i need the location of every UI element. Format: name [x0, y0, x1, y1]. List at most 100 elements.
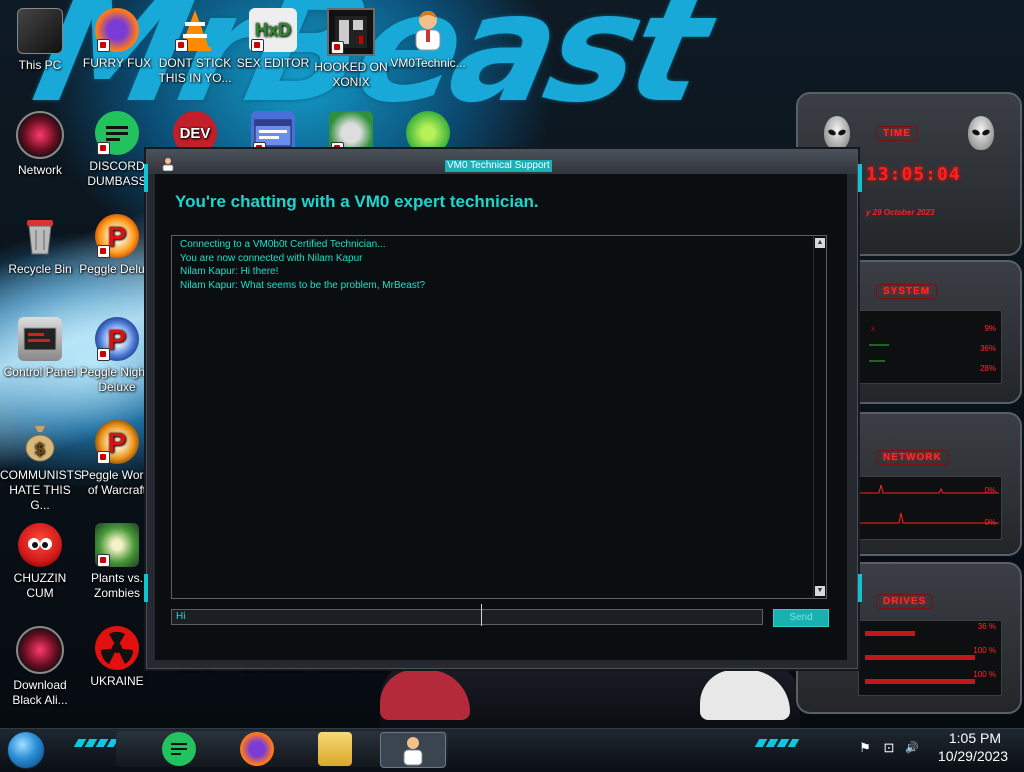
desktop-icon-label: Peggle Delu...	[79, 262, 155, 276]
drive-c-percent: 36 %	[977, 622, 996, 631]
chat-log-line: You are now connected with Nilam Kapur	[180, 252, 363, 264]
alien-head-icon	[824, 116, 850, 150]
desktop-icon-this-pc[interactable]: This PC	[0, 8, 80, 73]
control-panel-icon	[18, 317, 62, 361]
desktop-icon-label: Control Panel	[3, 365, 77, 379]
radiation-icon	[95, 626, 139, 670]
frame-accent	[858, 164, 862, 192]
desktop-icon-label: Download Black Ali...	[12, 678, 68, 707]
flag-icon[interactable]: ⚑	[858, 741, 872, 755]
desktop-icon-sex-editor[interactable]: HxD SEX EDITOR	[233, 8, 313, 71]
taskbar: ⚑ ⊡ 🔊 1:05 PM 10/29/2023	[0, 728, 1024, 769]
window-titlebar[interactable]: VM0 Technical Support	[147, 150, 857, 174]
desktop-icon-label: Recycle Bin	[8, 262, 72, 276]
text-cursor	[481, 604, 482, 626]
network-tray-icon[interactable]: ⊡	[882, 741, 896, 755]
desktop-icon-label: UKRAINE	[90, 674, 144, 688]
taskbar-clock-time[interactable]: 1:05 PM	[949, 730, 1001, 746]
drives-bars	[858, 620, 1002, 696]
chat-log-line: Nilam Kapur: Hi there!	[180, 266, 279, 277]
system-widget-label: SYSTEM	[876, 284, 938, 299]
drive-d-percent: 100 %	[973, 646, 996, 655]
globe-icon	[16, 626, 64, 674]
desktop-icon-label: SEX EDITOR	[236, 56, 310, 70]
desktop-icon-hooked-on-xonix[interactable]: HOOKED ON XONIX	[311, 8, 391, 90]
desktop-icon-vm0-technician[interactable]: VM0Technic...	[388, 8, 468, 71]
firefox-icon	[95, 8, 139, 52]
desktop-icon-peggle-nights[interactable]: P Peggle Nights Deluxe	[77, 317, 157, 395]
svg-text:$: $	[34, 439, 45, 458]
desktop-icon-label: This PC	[18, 58, 62, 72]
computer-icon	[17, 8, 63, 54]
desktop-icon-peggle-warcraft[interactable]: P Peggle World of Warcraft	[77, 420, 157, 498]
desktop-icon-label: Peggle World of Warcraft	[81, 468, 153, 497]
technician-person-icon	[406, 8, 450, 52]
firefox-taskbar-icon[interactable]	[240, 732, 274, 766]
ram-percent: 36%	[979, 344, 996, 353]
taskbar-clock-date[interactable]: 10/29/2023	[938, 748, 1008, 764]
desktop-icon-label: Peggle Nights Deluxe	[79, 365, 155, 394]
desktop-icon-control-panel[interactable]: Control Panel	[0, 317, 80, 380]
message-input[interactable]	[171, 609, 763, 625]
desktop-icon-label: COMMUNISTS HATE THIS G...	[0, 468, 82, 512]
desktop-icon-label: VM0Technic...	[390, 56, 466, 70]
desktop-icon-chuzzin[interactable]: CHUZZIN CUM	[0, 523, 80, 601]
desktop-icon-furry-fux[interactable]: FURRY FUX	[77, 8, 157, 71]
desktop-icon-label: HOOKED ON XONIX	[314, 60, 388, 89]
peggle-icon: P	[95, 420, 139, 464]
volume-icon[interactable]: 🔊	[905, 741, 919, 755]
drive-e-percent: 100 %	[973, 670, 996, 679]
vlc-cone-icon	[173, 8, 217, 52]
desktop-icon-dont-stick[interactable]: DONT STICK THIS IN YO...	[155, 8, 235, 86]
frame-accent	[144, 574, 148, 602]
alien-head-icon	[968, 116, 994, 150]
peggle-icon: P	[95, 214, 139, 258]
chat-log: Connecting to a VM0b0t Certified Technic…	[171, 235, 827, 599]
window-title: VM0 Technical Support	[445, 160, 552, 172]
network-lines	[859, 484, 999, 524]
desktop-icon-download-black-ali[interactable]: Download Black Ali...	[0, 626, 80, 708]
desktop-icon-label: DONT STICK THIS IN YO...	[158, 56, 232, 85]
chat-body: You're chatting with a VM0 expert techni…	[155, 174, 847, 660]
upload-percent: 0%	[984, 486, 996, 495]
chat-bubble-icon	[95, 111, 139, 155]
svg-text:x: x	[871, 324, 875, 333]
frame-accent	[144, 164, 148, 192]
chat-log-lines: Connecting to a VM0b0t Certified Technic…	[172, 238, 425, 292]
chat-app-taskbar-icon[interactable]	[162, 732, 196, 766]
desktop-icon-label: Network	[17, 163, 62, 177]
desktop-icon-recycle-bin[interactable]: Recycle Bin	[0, 214, 80, 277]
desktop-icon-peggle-deluxe[interactable]: P Peggle Delu...	[77, 214, 157, 277]
download-percent: 0%	[984, 518, 996, 527]
desktop-icon-ukraine[interactable]: UKRAINE	[77, 626, 157, 689]
network-globe-icon	[16, 111, 64, 159]
swap-percent: 28%	[979, 364, 996, 373]
desktop-icon-communists[interactable]: $ COMMUNISTS HATE THIS G...	[0, 420, 82, 513]
cpu-percent: 9%	[984, 324, 996, 333]
chat-heading: You're chatting with a VM0 expert techni…	[175, 192, 539, 211]
widget-clock: 13:05:04	[866, 164, 961, 185]
flower-icon	[95, 523, 139, 567]
drive-bar	[865, 655, 975, 660]
desktop-icon-network[interactable]: Network	[0, 111, 80, 178]
recycle-bin-icon	[18, 214, 62, 258]
send-button[interactable]: Send	[773, 609, 829, 627]
peggle-icon: P	[95, 317, 139, 361]
time-widget-label: TIME	[876, 126, 918, 141]
file-explorer-taskbar-icon[interactable]	[318, 732, 352, 766]
desktop-icon-label: FURRY FUX	[82, 56, 152, 70]
scroll-up-button[interactable]: ▲	[815, 238, 825, 248]
hex-editor-icon: HxD	[249, 8, 297, 52]
taskbar-decoration	[754, 739, 800, 747]
start-button[interactable]	[7, 731, 45, 769]
desktop-icon-label: CHUZZIN CUM	[13, 571, 67, 600]
chat-log-scrollbar[interactable]: ▲ ▼	[813, 236, 826, 598]
network-widget-label: NETWORK	[876, 450, 949, 465]
money-bag-icon: $	[18, 420, 62, 464]
drives-widget-label: DRIVES	[876, 594, 934, 609]
widget-date: y 29 October 2023	[866, 208, 935, 217]
chuzzle-icon	[18, 523, 62, 567]
vm0-technician-taskbar-button[interactable]	[380, 732, 446, 768]
scroll-down-button[interactable]: ▼	[815, 586, 825, 596]
frame-accent	[858, 574, 862, 602]
